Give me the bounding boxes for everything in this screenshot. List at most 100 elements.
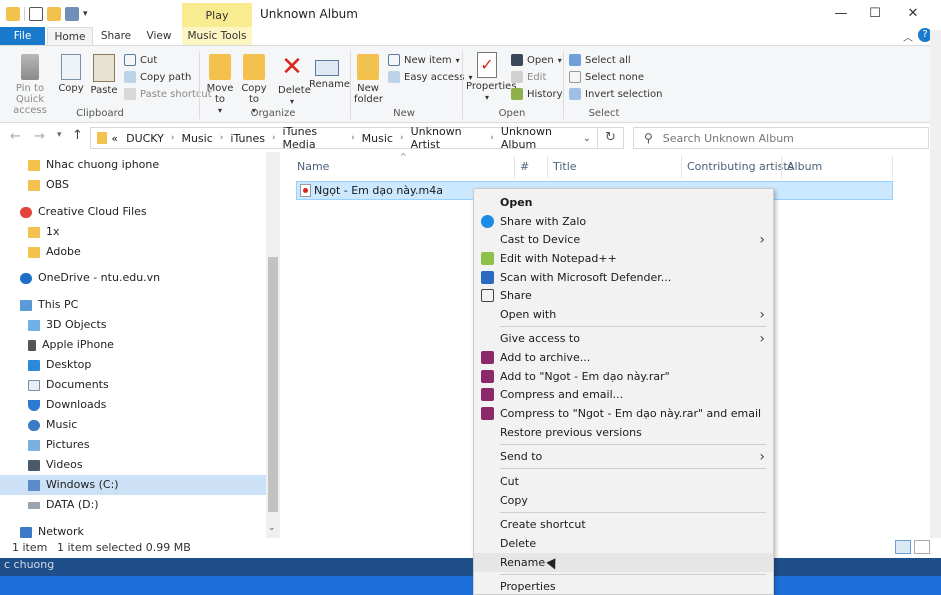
nav-item-videos[interactable]: Videos [28,455,83,475]
menu-item-cast-to-device[interactable]: Cast to Device › [474,230,773,249]
new-folder-icon[interactable] [47,7,61,21]
window-scrollbar[interactable] [930,30,941,550]
menu-item-add-to-archive[interactable]: Add to archive... [474,348,773,367]
menu-item-share[interactable]: Share [474,286,773,305]
nav-item-nhac-chuong-iphone[interactable]: Nhac chuong iphone [28,155,159,175]
search-input[interactable]: ⚲ Search Unknown Album [633,127,929,149]
select-all-button[interactable]: Select all [569,52,631,68]
breadcrumb-unknown-artist[interactable]: Unknown Artist [407,125,488,151]
forward-arrow-icon[interactable]: → [34,129,45,144]
easy-access-button[interactable]: Easy access ▾ [388,69,472,85]
menu-item-properties[interactable]: Properties [474,577,773,595]
chevron-right-icon[interactable]: › [397,133,407,143]
tab-share[interactable]: Share [96,27,136,45]
column-album[interactable]: Album [787,160,822,173]
menu-item-edit-notepad[interactable]: Edit with Notepad++ [474,249,773,268]
column-title[interactable]: Title [553,160,577,173]
nav-item-creative-cloud-files[interactable]: Creative Cloud Files [20,202,147,222]
column-contributing-artists[interactable]: Contributing artists [687,160,793,173]
menu-item-copy[interactable]: Copy [474,491,773,510]
cut-button[interactable]: Cut [124,52,157,68]
large-icons-view-icon[interactable] [914,540,930,554]
rename-icon[interactable] [65,7,79,21]
nav-scrollbar-thumb[interactable] [268,257,278,512]
delete-button[interactable]: ✕ Delete ▾ [278,54,311,107]
nav-item-desktop[interactable]: Desktop [28,355,91,375]
refresh-icon[interactable]: ↻ [598,127,624,149]
nav-item-3d-objects[interactable]: 3D Objects [28,315,107,335]
copy-to-button[interactable]: Copy to ▾ [240,54,268,116]
breadcrumb-music-2[interactable]: Music [358,132,397,145]
nav-item-onedrive[interactable]: OneDrive - ntu.edu.vn [20,268,160,288]
menu-item-restore-previous-versions[interactable]: Restore previous versions [474,423,773,442]
menu-item-send-to[interactable]: Send to › [474,447,773,466]
tab-file[interactable]: File [0,27,45,45]
menu-item-open-with[interactable]: Open with › [474,305,773,324]
menu-item-create-shortcut[interactable]: Create shortcut [474,515,773,534]
new-item-button[interactable]: New item ▾ [388,52,460,68]
rename-button[interactable]: Rename [309,54,350,90]
move-to-button[interactable]: Move to ▾ [206,54,234,116]
nav-item-1x[interactable]: 1x [28,222,60,242]
menu-item-cut[interactable]: Cut [474,472,773,491]
nav-item-adobe[interactable]: Adobe [28,242,81,262]
play-context-tab[interactable]: Play [182,3,252,29]
tab-home[interactable]: Home [47,27,93,45]
breadcrumb-itunes-media[interactable]: iTunes Media [279,125,349,151]
nav-item-obs[interactable]: OBS [28,175,69,195]
back-arrow-icon[interactable]: ← [10,129,21,144]
menu-item-compress-email[interactable]: Compress and email... [474,385,773,404]
chevron-right-icon[interactable]: › [487,133,497,143]
address-bar[interactable]: « DUCKY › Music › iTunes › iTunes Media … [90,125,598,151]
menu-item-add-to-rar[interactable]: Add to "Ngot - Em dạo này.rar" [474,367,773,386]
breadcrumb-music[interactable]: Music [177,132,216,145]
edit-button[interactable]: Edit [511,69,546,85]
menu-item-compress-rar-email[interactable]: Compress to "Ngot - Em dạo này.rar" and … [474,404,773,423]
column-number[interactable]: # [520,160,529,173]
pin-quick-access-button[interactable]: Pin to Quick access [4,54,56,116]
copy-path-button[interactable]: Copy path [124,69,191,85]
nav-item-data-d[interactable]: DATA (D:) [28,495,99,515]
minimize-button[interactable]: — [826,5,856,23]
chevron-right-icon[interactable]: › [269,133,279,143]
chevron-down-icon[interactable]: ⌄ [583,133,591,144]
menu-item-give-access-to[interactable]: Give access to › [474,329,773,348]
chevron-right-icon[interactable]: › [168,133,178,143]
invert-selection-button[interactable]: Invert selection [569,86,663,102]
properties-button[interactable]: ✓ Properties ▾ [466,52,517,103]
up-arrow-icon[interactable]: ↑ [72,128,83,143]
menu-item-share-with-zalo[interactable]: Share with Zalo [474,212,773,231]
details-view-icon[interactable] [895,540,911,554]
breadcrumb-itunes[interactable]: iTunes [226,132,269,145]
menu-item-scan-defender[interactable]: Scan with Microsoft Defender... [474,268,773,287]
copy-button[interactable]: Copy [58,54,84,94]
nav-item-pictures[interactable]: Pictures [28,435,90,455]
chevron-right-icon[interactable]: › [217,133,227,143]
column-name[interactable]: Name [297,160,329,173]
paste-button[interactable]: Paste [89,54,119,96]
menu-item-rename[interactable]: Rename [474,553,773,572]
scroll-down-icon[interactable]: ⌄ [268,523,276,533]
properties-check-icon[interactable] [29,7,43,21]
breadcrumb-ducky[interactable]: DUCKY [122,132,168,145]
nav-item-this-pc[interactable]: This PC [20,295,78,315]
open-button[interactable]: Open ▾ [511,52,562,68]
menu-item-delete[interactable]: Delete [474,534,773,553]
nav-item-downloads[interactable]: Downloads [28,395,106,415]
menu-item-open[interactable]: Open [474,193,773,212]
nav-item-windows-c[interactable]: Windows (C:) [0,475,266,495]
recent-locations-icon[interactable]: ▾ [57,130,62,140]
nav-item-music[interactable]: Music [28,415,77,435]
breadcrumb-overflow[interactable]: « [111,132,122,145]
collapse-ribbon-icon[interactable]: ︿ [903,29,913,44]
nav-item-documents[interactable]: Documents [28,375,109,395]
close-button[interactable]: ✕ [898,5,928,23]
tab-view[interactable]: View [140,27,178,45]
new-folder-button[interactable]: New folder [354,54,383,105]
chevron-right-icon[interactable]: › [348,133,358,143]
history-button[interactable]: History [511,86,563,102]
select-none-button[interactable]: Select none [569,69,644,85]
tab-music-tools[interactable]: Music Tools [182,27,252,45]
maximize-button[interactable]: ☐ [860,5,890,23]
nav-item-apple-iphone[interactable]: Apple iPhone [28,335,114,355]
